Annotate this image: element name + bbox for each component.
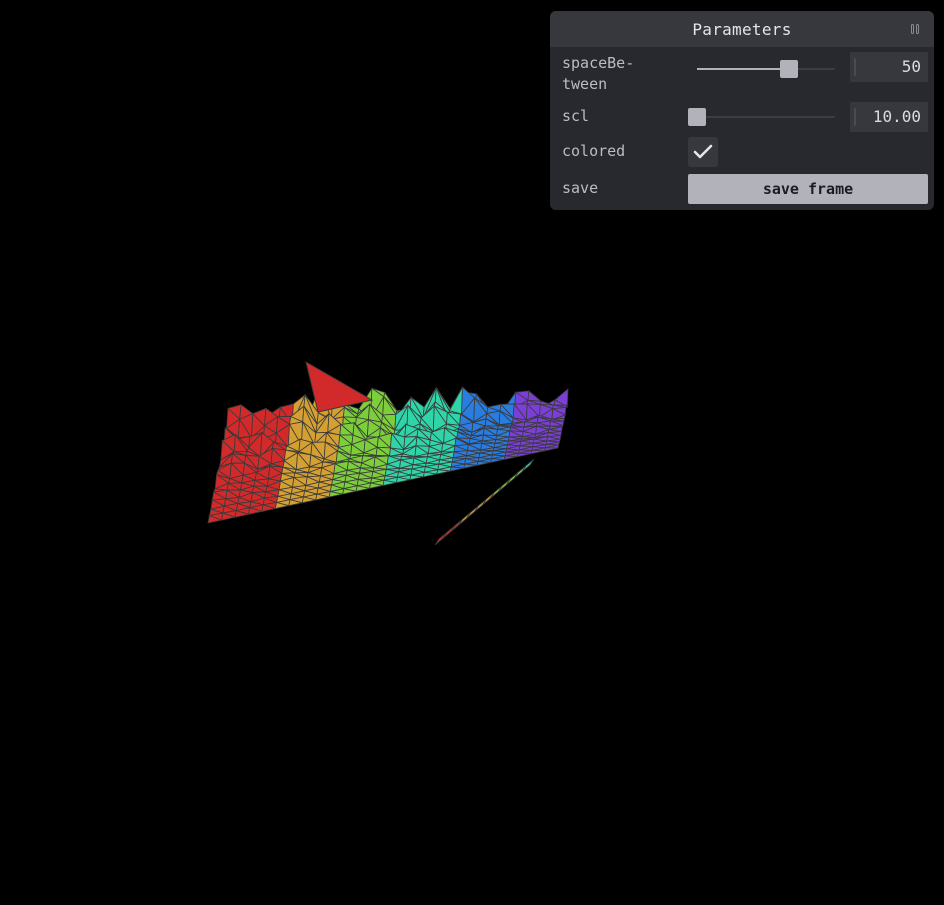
mesh-triangle	[474, 498, 487, 512]
panel-title: Parameters	[692, 19, 792, 39]
mesh-triangle	[458, 512, 471, 526]
parameters-panel: Parameters spaceBe- tween 50 scl 10.00 c…	[550, 11, 934, 210]
spacebetween-slider[interactable]	[697, 60, 835, 78]
mesh-triangle	[463, 463, 478, 469]
checkmark-icon	[693, 144, 713, 159]
scl-slider[interactable]	[688, 108, 835, 126]
control-row-scl: scl 10.00	[550, 102, 934, 132]
mesh-triangle	[450, 518, 464, 532]
mesh-triangle	[466, 505, 479, 519]
mesh-triangle	[513, 465, 527, 479]
mesh-triangle	[544, 447, 559, 452]
mesh-triangle	[498, 478, 511, 492]
spacebetween-value: 50	[901, 57, 921, 76]
mesh-triangle	[490, 458, 505, 463]
scl-slider-handle[interactable]	[688, 108, 706, 126]
mesh-triangle	[505, 472, 519, 486]
spacebetween-slider-handle[interactable]	[780, 60, 799, 78]
mesh-triangle	[527, 390, 543, 402]
panel-header[interactable]: Parameters	[550, 11, 934, 47]
colored-checkbox[interactable]	[688, 137, 718, 167]
mesh-triangle	[482, 492, 495, 506]
spacebetween-label: spaceBe- tween	[562, 54, 635, 93]
scl-value-input[interactable]: 10.00	[850, 102, 928, 132]
save-frame-button[interactable]: save frame	[688, 174, 928, 204]
drag-handle[interactable]	[854, 58, 856, 76]
scl-value: 10.00	[872, 107, 921, 126]
mesh-group	[207, 360, 569, 546]
mesh-triangle	[442, 525, 456, 539]
colored-label: colored	[562, 142, 626, 160]
mesh-triangle	[476, 460, 491, 466]
mesh-triangle	[517, 452, 532, 458]
mesh-triangle	[530, 450, 545, 455]
scl-label: scl	[562, 107, 590, 125]
mesh-triangle	[448, 387, 463, 415]
collapse-icon[interactable]	[910, 24, 920, 34]
mesh-triangle	[521, 458, 535, 472]
mesh-triangle	[503, 455, 518, 461]
control-row-save: save save frame	[550, 174, 934, 204]
mesh-triangle	[490, 485, 503, 499]
save-label: save	[562, 179, 599, 197]
spacebetween-slider-fill	[697, 68, 790, 70]
spacebetween-value-input[interactable]: 50	[850, 52, 928, 82]
drag-handle[interactable]	[854, 108, 856, 126]
control-row-spacebetween: spaceBe- tween 50	[550, 52, 934, 102]
control-row-colored: colored	[550, 137, 934, 167]
mesh-triangle	[434, 532, 448, 546]
